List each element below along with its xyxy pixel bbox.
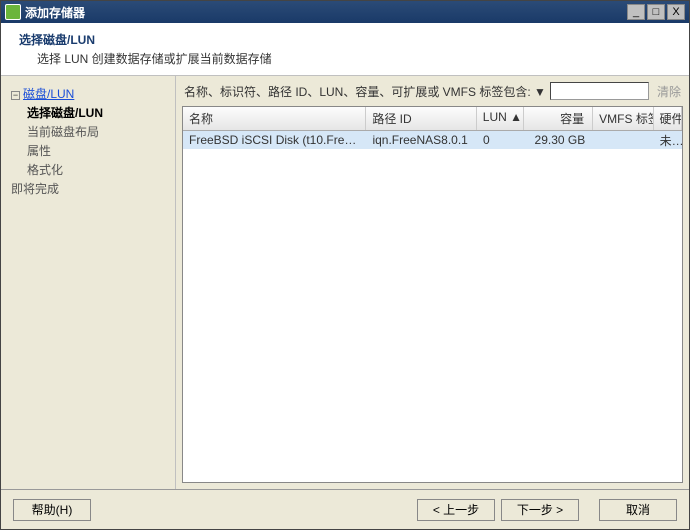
collapse-icon[interactable]: −: [11, 91, 20, 100]
dialog-window: 添加存储器 _ □ X 选择磁盘/LUN 选择 LUN 创建数据存储或扩展当前数…: [0, 0, 690, 530]
table-header: 名称 路径 ID LUN ▲ 容量 VMFS 标签 硬件: [183, 107, 682, 131]
step-properties[interactable]: 属性: [11, 141, 169, 160]
window-title: 添加存储器: [25, 4, 627, 21]
cell-lun: 0: [477, 132, 524, 148]
cell-hw: 未知: [654, 131, 682, 150]
back-button[interactable]: < 上一步: [417, 499, 495, 521]
page-title: 选择磁盘/LUN: [19, 31, 671, 48]
col-name[interactable]: 名称: [183, 107, 366, 130]
cell-capacity: 29.30 GB: [524, 132, 594, 148]
table-body: FreeBSD iSCSI Disk (t10.FreeBSD_i... iqn…: [183, 131, 682, 482]
step-select-disk-lun[interactable]: 选择磁盘/LUN: [11, 103, 169, 122]
vsphere-icon: [5, 4, 21, 20]
cancel-button[interactable]: 取消: [599, 499, 677, 521]
filter-bar: 名称、标识符、路径 ID、LUN、容量、可扩展或 VMFS 标签包含: ▼ 清除: [176, 76, 689, 106]
maximize-button[interactable]: □: [647, 4, 665, 20]
next-button[interactable]: 下一步 >: [501, 499, 579, 521]
clear-filter-button[interactable]: 清除: [657, 83, 681, 100]
col-path[interactable]: 路径 ID: [366, 107, 476, 130]
table-row[interactable]: FreeBSD iSCSI Disk (t10.FreeBSD_i... iqn…: [183, 131, 682, 149]
cell-name: FreeBSD iSCSI Disk (t10.FreeBSD_i...: [183, 132, 366, 148]
cell-vmfs: [593, 139, 653, 141]
col-capacity[interactable]: 容量: [524, 107, 594, 130]
window-controls: _ □ X: [627, 4, 685, 20]
wizard-header: 选择磁盘/LUN 选择 LUN 创建数据存储或扩展当前数据存储: [1, 23, 689, 76]
filter-label: 名称、标识符、路径 ID、LUN、容量、可扩展或 VMFS 标签包含: ▼: [184, 83, 546, 100]
wizard-footer: 帮助(H) < 上一步 下一步 > 取消: [1, 489, 689, 529]
lun-table: 名称 路径 ID LUN ▲ 容量 VMFS 标签 硬件 FreeBSD iSC…: [182, 106, 683, 483]
wizard-steps-sidebar: −磁盘/LUN 选择磁盘/LUN 当前磁盘布局 属性 格式化 即将完成: [1, 76, 176, 489]
step-format[interactable]: 格式化: [11, 160, 169, 179]
help-button[interactable]: 帮助(H): [13, 499, 91, 521]
minimize-button[interactable]: _: [627, 4, 645, 20]
page-subtitle: 选择 LUN 创建数据存储或扩展当前数据存储: [37, 50, 671, 67]
col-vmfs[interactable]: VMFS 标签: [593, 107, 653, 130]
wizard-body: −磁盘/LUN 选择磁盘/LUN 当前磁盘布局 属性 格式化 即将完成 名称、标…: [1, 76, 689, 489]
cell-path: iqn.FreeNAS8.0.1: [366, 132, 477, 148]
col-lun[interactable]: LUN ▲: [477, 107, 524, 130]
main-panel: 名称、标识符、路径 ID、LUN、容量、可扩展或 VMFS 标签包含: ▼ 清除…: [176, 76, 689, 489]
step-disk-lun[interactable]: −磁盘/LUN: [11, 84, 169, 103]
titlebar[interactable]: 添加存储器 _ □ X: [1, 1, 689, 23]
step-current-layout[interactable]: 当前磁盘布局: [11, 122, 169, 141]
col-hw[interactable]: 硬件: [654, 107, 682, 130]
filter-input[interactable]: [550, 82, 649, 100]
step-ready-complete[interactable]: 即将完成: [11, 179, 169, 198]
step-label: 磁盘/LUN: [23, 87, 74, 101]
close-button[interactable]: X: [667, 4, 685, 20]
